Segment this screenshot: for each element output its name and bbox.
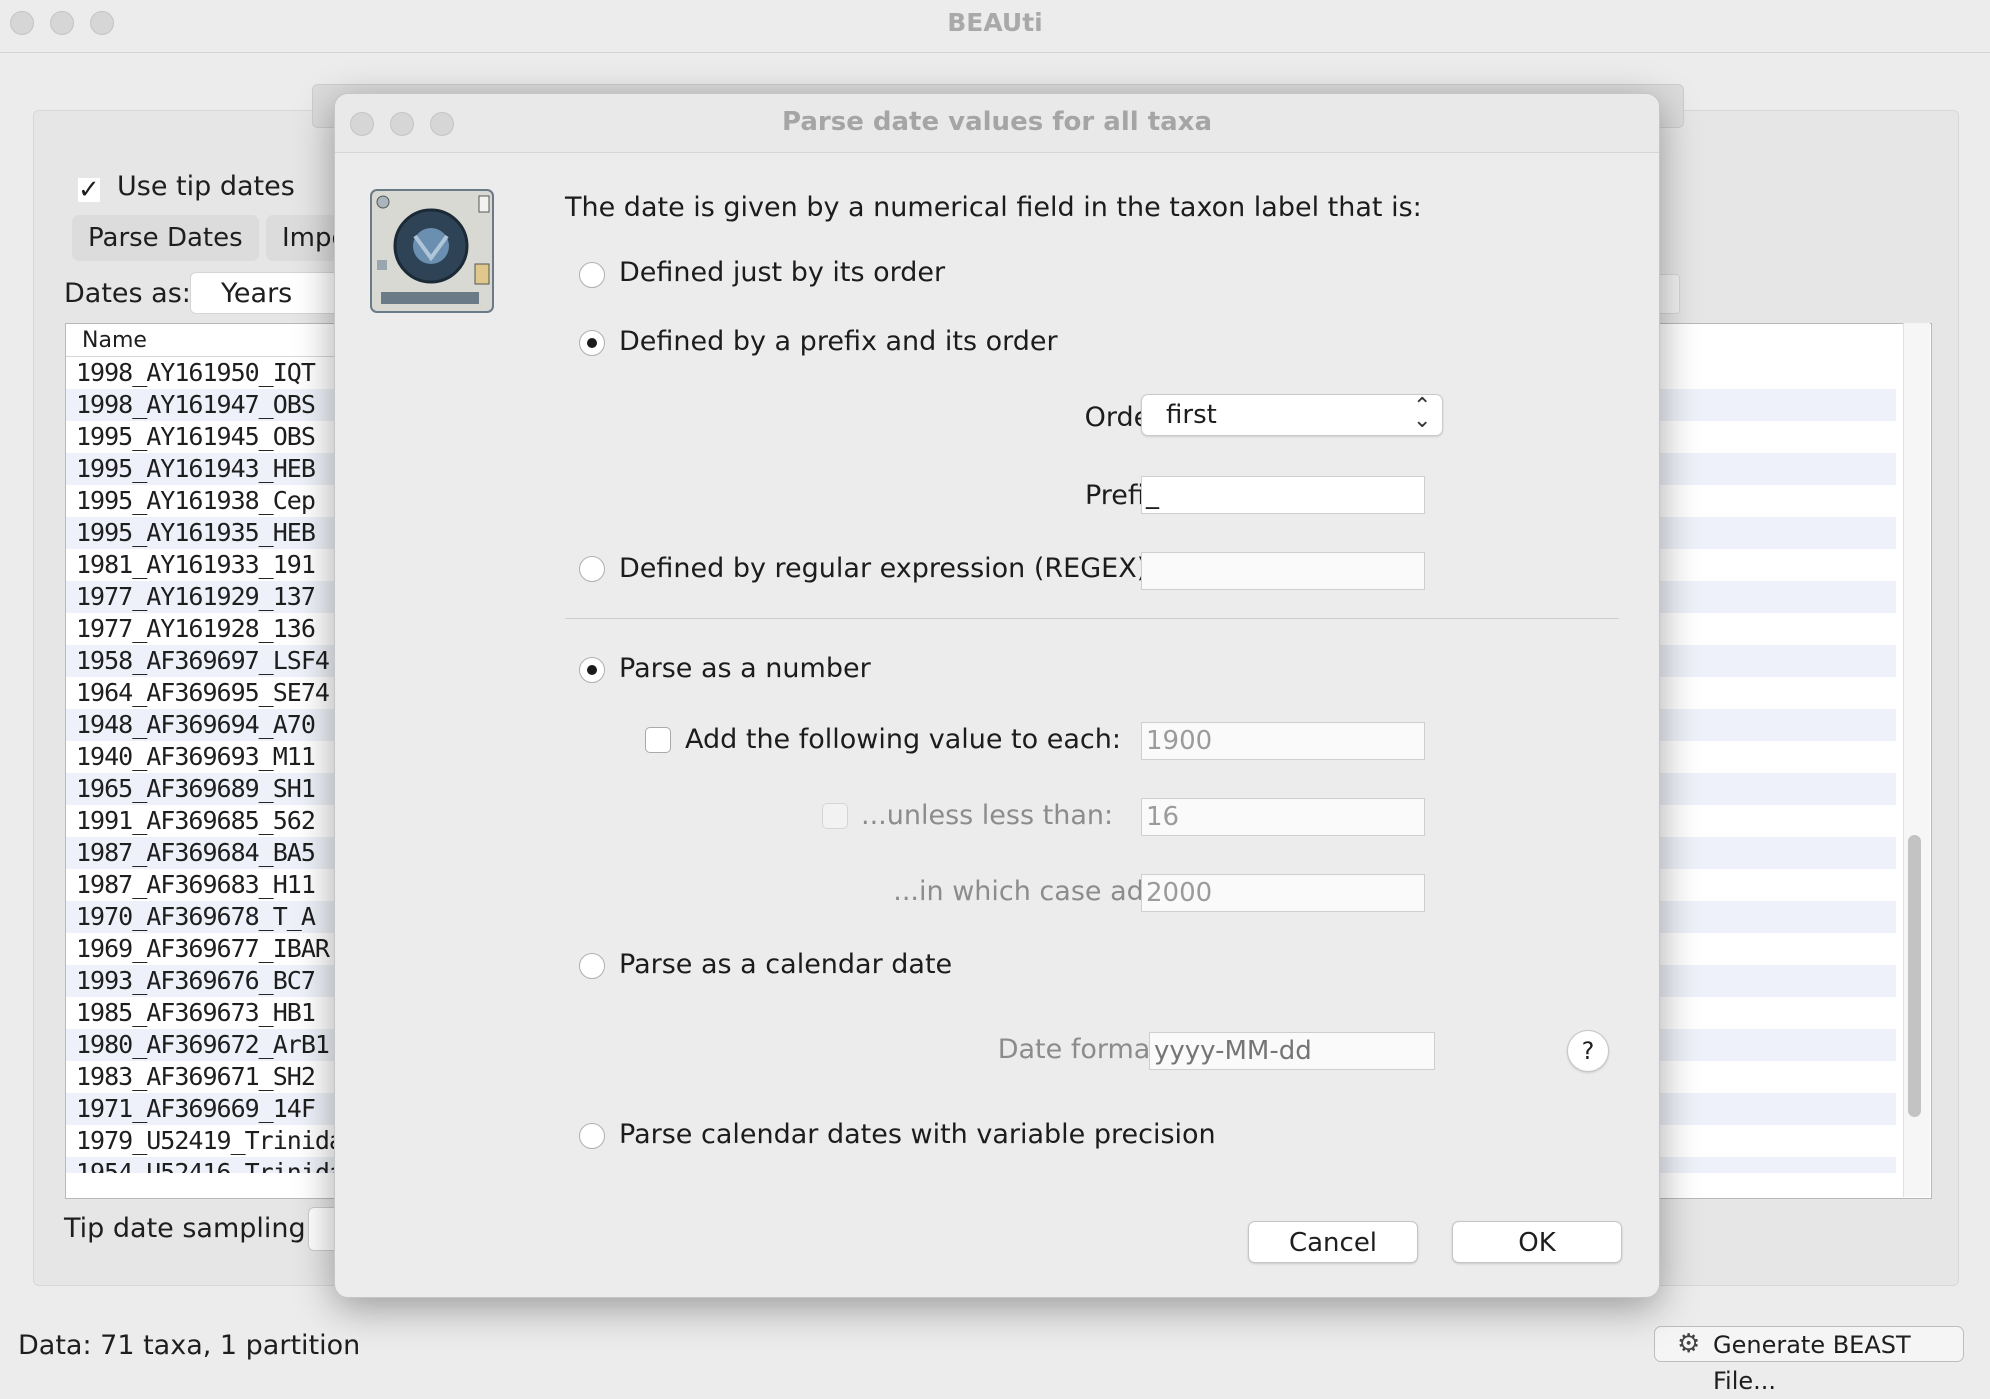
label-defined-by-regex: Defined by regular expression (REGEX) xyxy=(619,553,1148,584)
date-format-label: Date format: xyxy=(997,1034,1170,1065)
radio-defined-by-regex[interactable] xyxy=(579,556,605,582)
use-tip-dates-label: Use tip dates xyxy=(117,171,295,202)
radio-parse-as-number[interactable] xyxy=(579,657,605,683)
ok-button[interactable]: OK xyxy=(1452,1221,1622,1263)
dates-as-label: Dates as: xyxy=(64,278,191,309)
dialog-title: Parse date values for all taxa xyxy=(782,107,1212,137)
dialog-intro-text: The date is given by a numerical field i… xyxy=(565,192,1422,223)
label-parse-calendar-date: Parse as a calendar date xyxy=(619,949,953,980)
unless-less-than-input[interactable]: 16 xyxy=(1141,798,1425,836)
regex-input[interactable] xyxy=(1141,552,1425,590)
label-defined-by-order: Defined just by its order xyxy=(619,257,946,288)
date-format-input[interactable] xyxy=(1149,1032,1435,1070)
radio-parse-calendar-date[interactable] xyxy=(579,953,605,979)
radio-defined-by-order[interactable] xyxy=(579,262,605,288)
dates-as-select[interactable]: Years xyxy=(190,272,350,314)
radio-parse-variable-precision[interactable] xyxy=(579,1123,605,1149)
status-text: Data: 71 taxa, 1 partition xyxy=(18,1330,361,1361)
table-header-name[interactable]: Name xyxy=(66,324,366,357)
tip-date-sampling-label: Tip date sampling: xyxy=(64,1213,315,1244)
scrollbar-thumb[interactable] xyxy=(1908,835,1921,1117)
date-format-help-button[interactable]: ? xyxy=(1567,1030,1609,1072)
add-value-checkbox[interactable] xyxy=(645,727,671,753)
gear-icon: ⚙ xyxy=(1677,1329,1701,1359)
order-select[interactable]: first xyxy=(1141,394,1443,436)
radio-defined-by-prefix[interactable] xyxy=(579,330,605,356)
select-arrows-icon: ⌃ ⌄ xyxy=(1413,394,1432,433)
add-value-label: Add the following value to each: xyxy=(685,724,1121,755)
label-defined-by-prefix: Defined by a prefix and its order xyxy=(619,326,1058,357)
use-tip-dates-checkbox[interactable]: ✓ xyxy=(78,177,100,203)
parse-dates-dialog: Parse date values for all taxa The date … xyxy=(334,93,1660,1298)
unless-less-than-label: ...unless less than: xyxy=(861,800,1114,831)
in-which-case-label: ...in which case add: xyxy=(893,876,1170,907)
unless-less-than-checkbox[interactable] xyxy=(822,803,848,829)
separator xyxy=(565,618,1619,619)
in-which-case-input[interactable]: 2000 xyxy=(1141,874,1425,912)
beauti-app-icon xyxy=(369,188,495,314)
label-parse-variable-precision: Parse calendar dates with variable preci… xyxy=(619,1119,1216,1150)
cancel-button[interactable]: Cancel xyxy=(1248,1221,1418,1263)
label-parse-as-number: Parse as a number xyxy=(619,653,871,684)
add-value-input[interactable]: 1900 xyxy=(1141,722,1425,760)
parse-dates-button[interactable]: Parse Dates xyxy=(72,215,259,261)
window-title: BEAUti xyxy=(947,8,1043,37)
prefix-input[interactable]: _ xyxy=(1141,476,1425,514)
